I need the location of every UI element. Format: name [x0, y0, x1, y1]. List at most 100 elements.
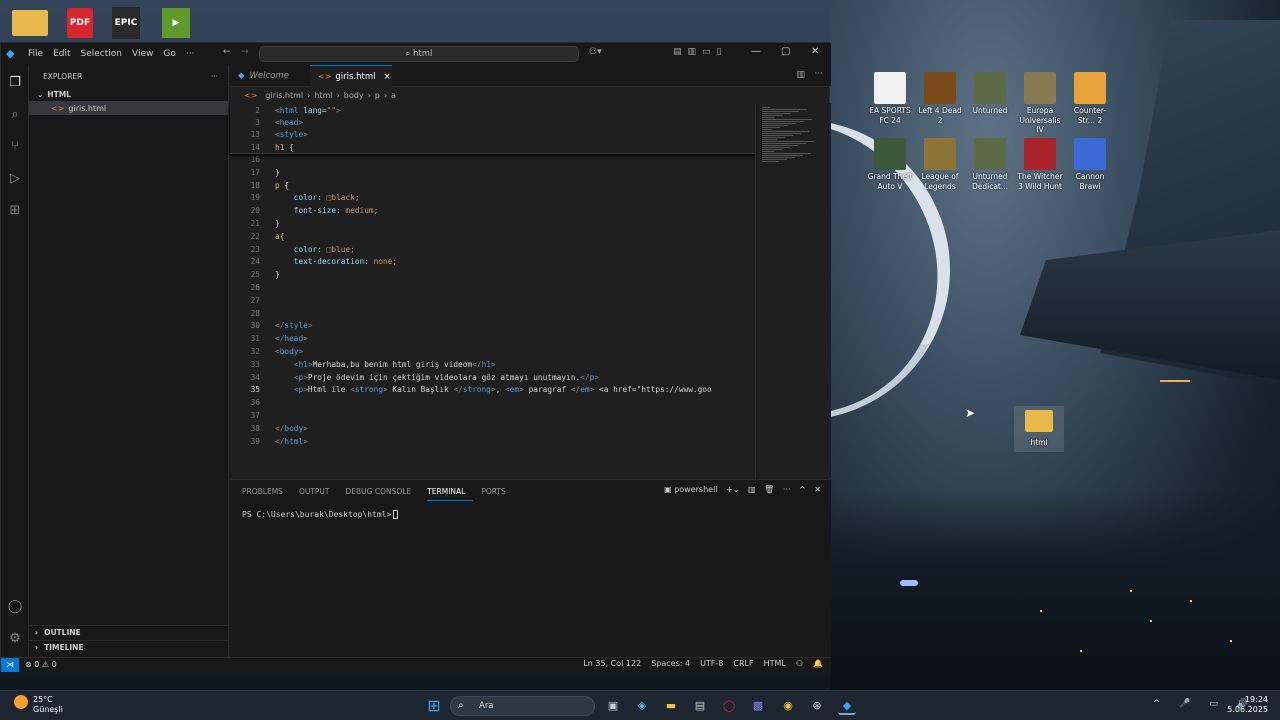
code-line[interactable]: 27: [230, 295, 755, 308]
source-control-icon[interactable]: ⑂: [5, 137, 25, 157]
trash-icon[interactable]: 🗑: [764, 485, 774, 494]
desktop-shortcut[interactable]: Left 4 Dead 2: [916, 72, 964, 125]
maximize-button[interactable]: ▢: [781, 46, 790, 57]
timeline-section[interactable]: › TIMELINE: [29, 640, 229, 654]
chrome-icon[interactable]: ◉: [779, 697, 797, 715]
indentation[interactable]: Spaces: 4: [651, 659, 690, 668]
code-line[interactable]: 35 <p>Html ile <strong> Kalın Başlık </s…: [230, 384, 755, 397]
explorer-more-button[interactable]: ···: [211, 72, 218, 81]
breadcrumb-a[interactable]: a: [391, 91, 396, 100]
menu-more[interactable]: ···: [181, 49, 200, 59]
code-editor[interactable]: 16 17} 18 p {19 color: □black; 20 font-size:…: [230, 103, 831, 478]
pdf-icon[interactable]: PDF: [60, 4, 100, 42]
minimize-button[interactable]: —: [751, 46, 761, 57]
sticky-line[interactable]: 2 <html lang="">: [230, 105, 755, 118]
code-line[interactable]: 30 </style>: [230, 320, 755, 333]
command-search[interactable]: ⌕ html: [259, 46, 579, 62]
code-line[interactable]: 20 font-size: medium;: [230, 205, 755, 218]
windows-start-icon[interactable]: ⊞: [425, 697, 443, 715]
opera-icon[interactable]: ◯: [720, 697, 738, 715]
desktop-shortcut[interactable]: Cannon Brawl: [1066, 138, 1114, 191]
taskbar-search[interactable]: Ara: [450, 696, 595, 716]
encoding[interactable]: UTF-8: [700, 659, 723, 668]
desktop-shortcut[interactable]: Unturned: [966, 72, 1014, 116]
run-debug-icon[interactable]: ▷: [5, 169, 25, 189]
desktop-shortcut[interactable]: League of Legends: [916, 138, 964, 191]
clock[interactable]: 19:24 5.06.2025: [1227, 695, 1268, 715]
folder-icon[interactable]: [10, 4, 50, 42]
breadcrumb-html[interactable]: html: [314, 91, 332, 100]
file-giris-html[interactable]: <> giris.html: [29, 101, 228, 115]
code-line[interactable]: 33 <h1>Merhaba,bu benim html giriş video…: [230, 359, 755, 372]
shell-name[interactable]: powershell: [674, 485, 717, 494]
tab-output[interactable]: OUTPUT: [299, 484, 338, 501]
desktop-shortcut[interactable]: Grand Theft Auto V: [866, 138, 914, 191]
copilot-status-icon[interactable]: ⚇: [796, 659, 803, 668]
more-icon[interactable]: ···: [783, 485, 791, 494]
back-arrow-icon[interactable]: ←: [223, 47, 231, 57]
vscode-taskbar-icon[interactable]: ◆: [838, 697, 856, 715]
account-icon[interactable]: ◯: [5, 597, 25, 617]
close-panel-icon[interactable]: ✕: [814, 485, 821, 494]
menu-file[interactable]: File: [23, 49, 48, 59]
code-line[interactable]: 31 </head>: [230, 333, 755, 346]
editor-more-icon[interactable]: ···: [814, 69, 823, 79]
layout-icons[interactable]: ▤▥▭▯: [673, 47, 727, 57]
close-tab-icon[interactable]: ×: [384, 72, 391, 82]
desktop-folder-html[interactable]: html: [1014, 406, 1064, 452]
code-line[interactable]: 18 p {: [230, 180, 755, 193]
code-line[interactable]: 34 <p>Proje ödevim için çektiğim videola…: [230, 372, 755, 385]
code-line[interactable]: 36: [230, 397, 755, 410]
code-line[interactable]: 25}: [230, 269, 755, 282]
menu-view[interactable]: View: [127, 49, 158, 59]
code-line[interactable]: 19 color: □black;: [230, 192, 755, 205]
code-line[interactable]: 26: [230, 282, 755, 295]
tab-problems[interactable]: PROBLEMS: [242, 484, 291, 501]
tab-terminal[interactable]: TERMINAL: [427, 484, 474, 501]
menu-edit[interactable]: Edit: [48, 49, 75, 59]
nvidia-icon[interactable]: ▶: [156, 4, 196, 42]
problems-count[interactable]: ⊗ 0 ⚠ 0: [25, 660, 57, 669]
menu-go[interactable]: Go: [158, 49, 180, 59]
breadcrumb-file[interactable]: giris.html: [265, 91, 303, 100]
close-window-button[interactable]: ✕: [811, 46, 819, 57]
extensions-icon[interactable]: ⊞: [5, 201, 25, 221]
code-line[interactable]: 16: [230, 154, 755, 167]
outline-section[interactable]: › OUTLINE: [29, 625, 229, 639]
minimap[interactable]: [755, 103, 825, 478]
desktop-shortcut[interactable]: EA SPORTS FC 24: [866, 72, 914, 125]
split-editor-icon[interactable]: ▥: [796, 70, 805, 80]
desktop-shortcut[interactable]: Unturned Dedicat...: [966, 138, 1014, 191]
code-line[interactable]: 17}: [230, 167, 755, 180]
code-line[interactable]: 21}: [230, 218, 755, 231]
code-line[interactable]: 37: [230, 410, 755, 423]
cursor-position[interactable]: Ln 35, Col 122: [583, 659, 641, 668]
copilot-icon[interactable]: ⚇▾: [589, 47, 602, 57]
explorer-icon[interactable]: ❐: [5, 73, 25, 93]
epic-games-icon[interactable]: EPIC: [106, 4, 146, 42]
code-line[interactable]: 22 a{: [230, 231, 755, 244]
menu-selection[interactable]: Selection: [76, 49, 127, 59]
tab-giris-html[interactable]: <> giris.html ×: [310, 65, 392, 87]
code-line[interactable]: 32 <body>: [230, 346, 755, 359]
split-terminal-icon[interactable]: ▥: [748, 485, 756, 494]
language-mode[interactable]: HTML: [764, 659, 786, 668]
settings-gear-icon[interactable]: ⚙: [5, 629, 25, 649]
search-view-icon[interactable]: ⌕: [5, 105, 25, 125]
tab-welcome[interactable]: ◆ Welcome: [230, 65, 310, 87]
breadcrumb-body[interactable]: body: [344, 91, 364, 100]
forward-arrow-icon[interactable]: →: [241, 47, 249, 57]
tab-debug-console[interactable]: DEBUG CONSOLE: [346, 484, 420, 501]
store-icon[interactable]: ▤: [691, 697, 709, 715]
code-line[interactable]: 39 </html>: [230, 436, 755, 449]
new-terminal-icon[interactable]: +⌄: [726, 485, 739, 494]
desktop-shortcut[interactable]: The Witcher 3 Wild Hunt: [1016, 138, 1064, 191]
copilot-icon[interactable]: ◈: [633, 697, 651, 715]
file-explorer-icon[interactable]: ▬: [662, 697, 680, 715]
sticky-line[interactable]: 14 h1 {: [230, 142, 755, 155]
code-line[interactable]: 23 color: □blue;: [230, 244, 755, 257]
sticky-line[interactable]: 13 <style>: [230, 129, 755, 142]
code-line[interactable]: 38 </body>: [230, 423, 755, 436]
teams-icon[interactable]: ▩: [749, 697, 767, 715]
code-line[interactable]: 28: [230, 308, 755, 321]
